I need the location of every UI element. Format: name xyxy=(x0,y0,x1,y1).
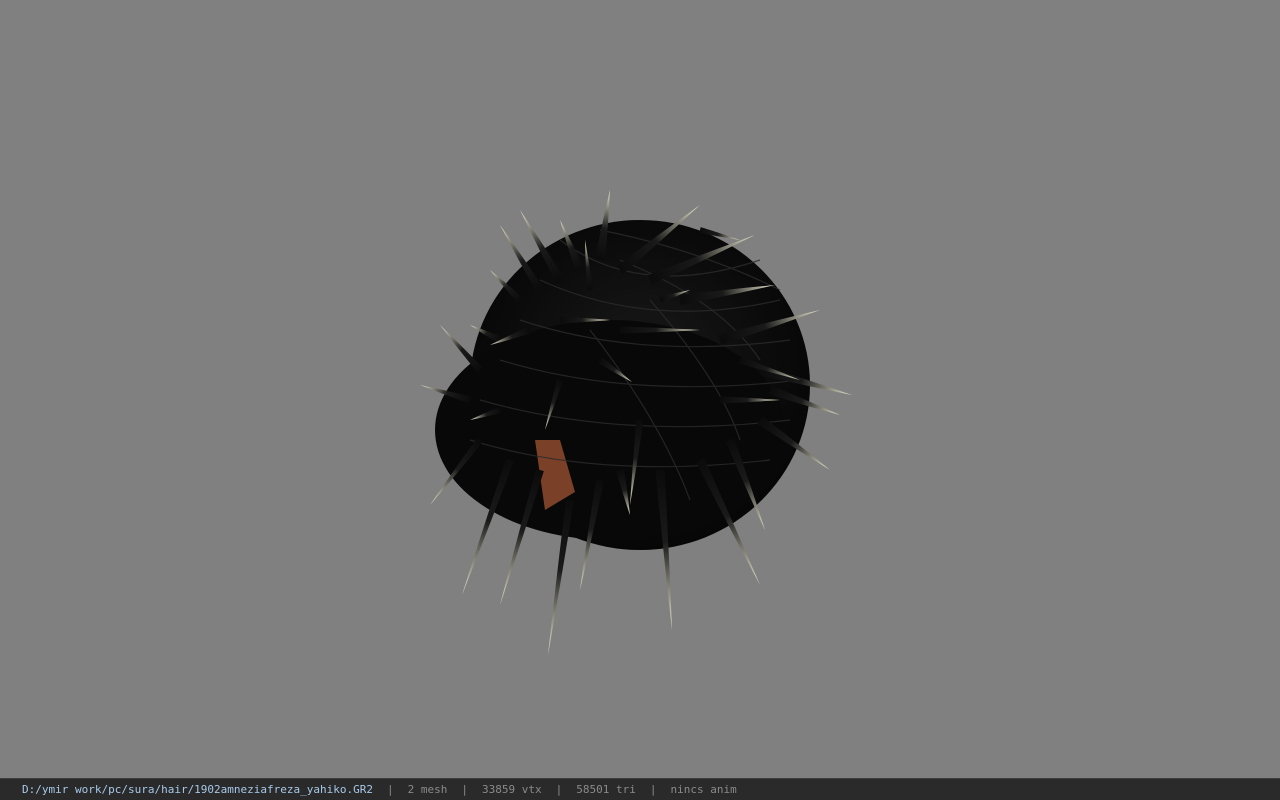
status-separator: | xyxy=(649,783,657,796)
vertex-count-label: 33859 vtx xyxy=(482,783,542,796)
file-path-label: D:/ymir work/pc/sura/hair/1902amneziafre… xyxy=(22,783,373,796)
status-bar: D:/ymir work/pc/sura/hair/1902amneziafre… xyxy=(0,778,1280,800)
status-separator: | xyxy=(387,783,394,796)
3d-viewport[interactable] xyxy=(0,0,1280,778)
mesh-count-label: 2 mesh xyxy=(407,783,448,796)
hair-model-render xyxy=(420,190,852,655)
hair-mesh xyxy=(420,190,852,655)
status-separator: | xyxy=(461,783,468,796)
status-separator: | xyxy=(555,783,563,796)
animation-status-label: nincs anim xyxy=(670,783,737,796)
triangle-count-label: 58501 tri xyxy=(576,783,636,796)
